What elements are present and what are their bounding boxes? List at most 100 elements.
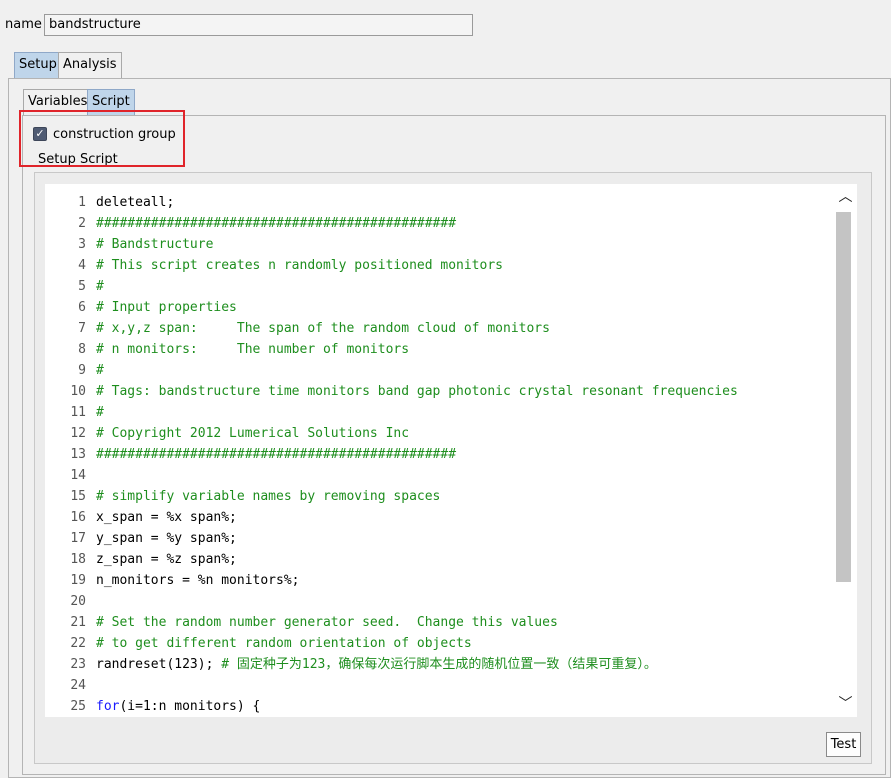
code-line: 25 for(i=1:n monitors) { bbox=[45, 696, 835, 717]
code-comment: # x,y,z span: The span of the random clo… bbox=[96, 321, 550, 336]
code-comment: # Tags: bandstructure time monitors band… bbox=[96, 384, 738, 399]
line-number: 2 bbox=[78, 216, 86, 231]
code-text: randreset(123); # 固定种子为123，确保每次运行脚本生成的随机… bbox=[86, 654, 657, 675]
code-line: 5 # bbox=[45, 276, 835, 297]
vertical-scrollbar[interactable]: ︿ ﹀ bbox=[834, 184, 857, 717]
line-number: 17 bbox=[70, 531, 86, 546]
code-comment: # to get different random orientation of… bbox=[96, 636, 472, 651]
code-comment: # bbox=[96, 405, 104, 420]
code-line: 22 # to get different random orientation … bbox=[45, 633, 835, 654]
code-line: 2 #######################################… bbox=[45, 213, 835, 234]
code-comment: # bbox=[96, 279, 104, 294]
code-keyword: for bbox=[96, 699, 120, 714]
code-line: 16 x_span = %x span%; bbox=[45, 507, 835, 528]
name-input[interactable]: bandstructure bbox=[44, 14, 473, 36]
code-text: x_span = %x span%; bbox=[86, 507, 237, 528]
code-line: 3 # Bandstructure bbox=[45, 234, 835, 255]
line-number: 16 bbox=[70, 510, 86, 525]
line-number: 1 bbox=[78, 195, 86, 210]
line-number: 9 bbox=[78, 363, 86, 378]
code-text: # bbox=[86, 276, 104, 297]
scroll-thumb[interactable] bbox=[836, 212, 851, 582]
tab-analysis[interactable]: Analysis bbox=[58, 52, 122, 78]
tab-setup[interactable]: Setup bbox=[14, 52, 62, 78]
line-number: 4 bbox=[78, 258, 86, 273]
code-segment: y_span = %y span%; bbox=[96, 531, 237, 546]
code-text: # Copyright 2012 Lumerical Solutions Inc bbox=[86, 423, 409, 444]
code-text: # bbox=[86, 360, 104, 381]
code-segment: randreset(123); bbox=[96, 657, 222, 672]
code-comment: ########################################… bbox=[96, 447, 457, 462]
line-number: 22 bbox=[70, 636, 86, 651]
line-number: 25 bbox=[70, 699, 86, 714]
line-number: 8 bbox=[78, 342, 86, 357]
code-line: 10 # Tags: bandstructure time monitors ba… bbox=[45, 381, 835, 402]
code-comment: # This script creates n randomly positio… bbox=[96, 258, 503, 273]
line-number: 5 bbox=[78, 279, 86, 294]
code-line: 21 # Set the random number generator seed… bbox=[45, 612, 835, 633]
code-line: 14 bbox=[45, 465, 835, 486]
code-line: 1 deleteall; bbox=[45, 192, 835, 213]
code-lines: 1 deleteall; 2 ############################… bbox=[45, 192, 835, 717]
code-line: 13 ######################################… bbox=[45, 444, 835, 465]
code-segment: n_monitors = %n monitors%; bbox=[96, 573, 300, 588]
line-number: 7 bbox=[78, 321, 86, 336]
code-comment: # Copyright 2012 Lumerical Solutions Inc bbox=[96, 426, 410, 441]
code-comment: # Input properties bbox=[96, 300, 237, 315]
code-text: # Input properties bbox=[86, 297, 237, 318]
line-number: 23 bbox=[70, 657, 86, 672]
line-number: 13 bbox=[70, 447, 86, 462]
code-text: # simplify variable names by removing sp… bbox=[86, 486, 440, 507]
code-line: 4 # This script creates n randomly positi… bbox=[45, 255, 835, 276]
code-comment: # simplify variable names by removing sp… bbox=[96, 489, 441, 504]
line-number: 20 bbox=[70, 594, 86, 609]
code-comment: # Set the random number generator seed. … bbox=[96, 615, 558, 630]
code-line: 19 n_monitors = %n monitors%; bbox=[45, 570, 835, 591]
code-line: 12 # Copyright 2012 Lumerical Solutions I… bbox=[45, 423, 835, 444]
code-segment: deleteall; bbox=[96, 195, 175, 210]
code-comment: # 固定种子为123，确保每次运行脚本生成的随机位置一致（结果可重复）。 bbox=[221, 657, 657, 672]
code-text: for(i=1:n monitors) { bbox=[86, 696, 260, 717]
line-number: 12 bbox=[70, 426, 86, 441]
code-text: # Bandstructure bbox=[86, 234, 213, 255]
line-number: 15 bbox=[70, 489, 86, 504]
code-text: # x,y,z span: The span of the random clo… bbox=[86, 318, 550, 339]
code-line: 6 # Input properties bbox=[45, 297, 835, 318]
code-segment: z_span = %z span%; bbox=[96, 552, 237, 567]
code-text: # to get different random orientation of… bbox=[86, 633, 472, 654]
code-text: y_span = %y span%; bbox=[86, 528, 237, 549]
code-text: # Set the random number generator seed. … bbox=[86, 612, 558, 633]
line-number: 3 bbox=[78, 237, 86, 252]
chevron-up-icon[interactable]: ︿ bbox=[834, 188, 857, 206]
code-segment: x_span = %x span%; bbox=[96, 510, 237, 525]
test-button[interactable]: Test bbox=[826, 732, 861, 757]
code-text: # This script creates n randomly positio… bbox=[86, 255, 503, 276]
code-text: deleteall; bbox=[86, 192, 174, 213]
code-segment: (i=1:n monitors) { bbox=[119, 699, 261, 714]
line-number: 10 bbox=[70, 384, 86, 399]
code-line: 18 z_span = %z span%; bbox=[45, 549, 835, 570]
code-line: 15 # simplify variable names by removing … bbox=[45, 486, 835, 507]
script-editor[interactable]: 1 deleteall; 2 ############################… bbox=[45, 184, 857, 717]
annotation-highlight-box bbox=[19, 110, 185, 167]
code-line: 20 bbox=[45, 591, 835, 612]
code-comment: # bbox=[96, 363, 104, 378]
line-number: 11 bbox=[70, 405, 86, 420]
code-comment: # Bandstructure bbox=[96, 237, 214, 252]
line-number: 14 bbox=[70, 468, 86, 483]
code-comment: # n monitors: The number of monitors bbox=[96, 342, 410, 357]
code-text: z_span = %z span%; bbox=[86, 549, 237, 570]
code-text: # n monitors: The number of monitors bbox=[86, 339, 409, 360]
code-line: 11 # bbox=[45, 402, 835, 423]
code-line: 7 # x,y,z span: The span of the random cl… bbox=[45, 318, 835, 339]
code-text: ########################################… bbox=[86, 444, 456, 465]
line-number: 24 bbox=[70, 678, 86, 693]
name-label: name bbox=[5, 17, 42, 32]
chevron-down-icon[interactable]: ﹀ bbox=[834, 695, 857, 713]
code-text: # Tags: bandstructure time monitors band… bbox=[86, 381, 738, 402]
line-number: 21 bbox=[70, 615, 86, 630]
line-number: 18 bbox=[70, 552, 86, 567]
code-comment: ########################################… bbox=[96, 216, 457, 231]
